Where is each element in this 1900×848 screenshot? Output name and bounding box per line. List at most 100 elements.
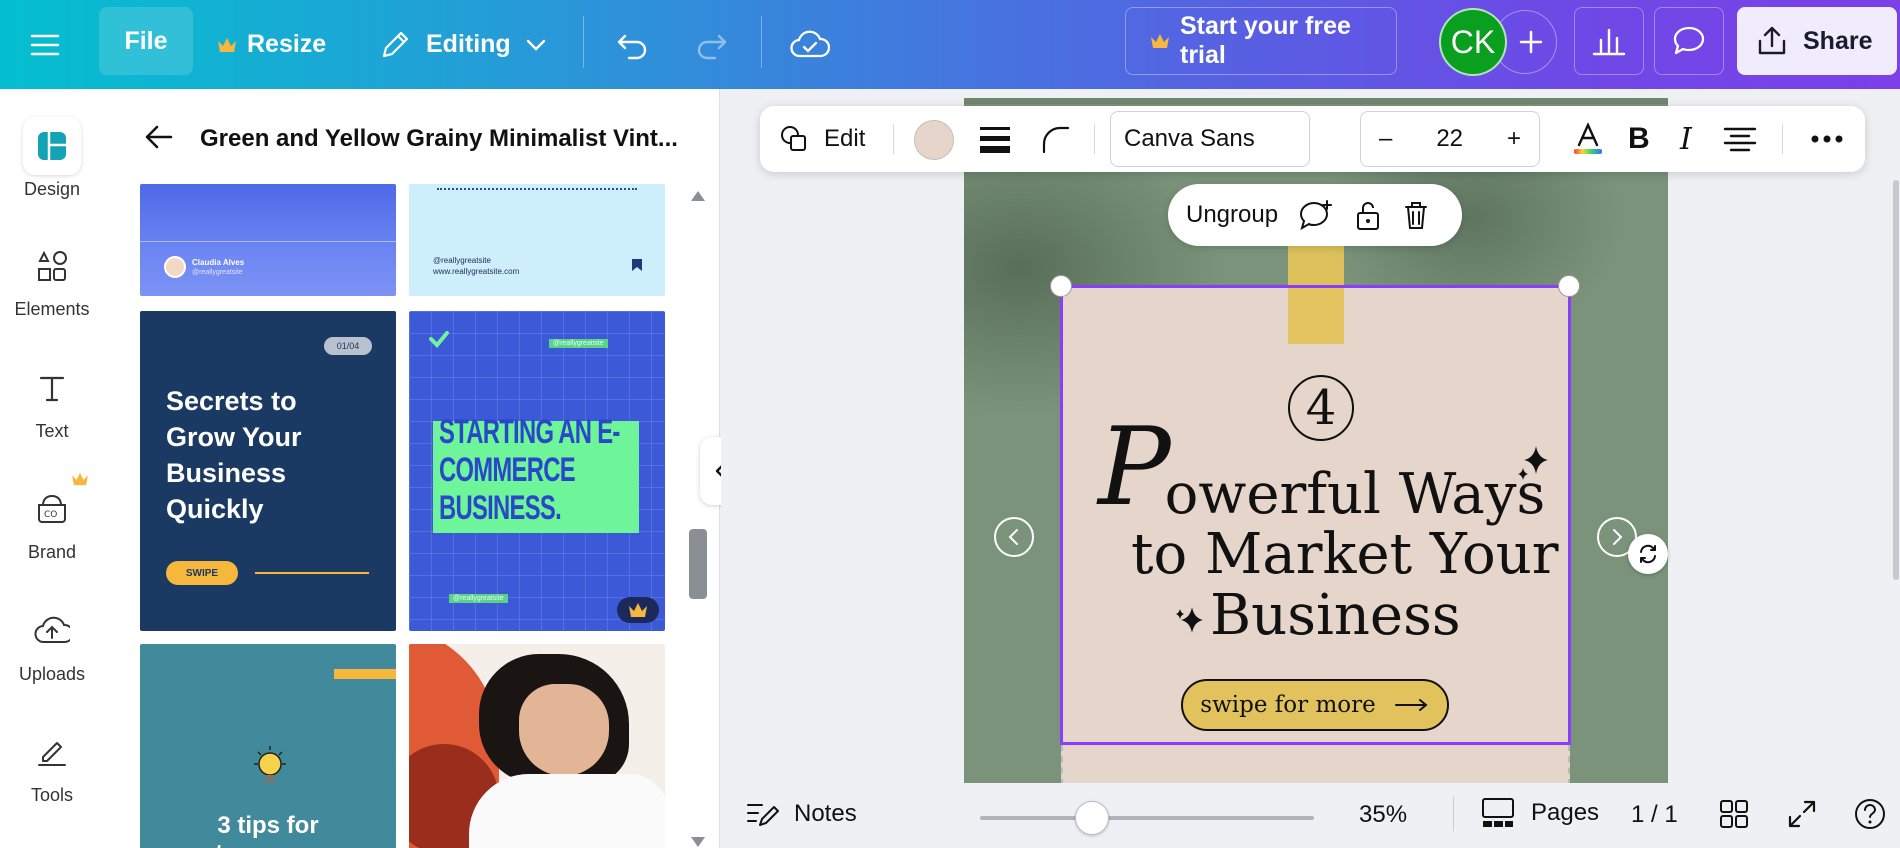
- add-comment-icon[interactable]: [1298, 199, 1334, 231]
- menu-icon[interactable]: [30, 0, 60, 89]
- pencil-icon: [378, 28, 412, 62]
- bottom-divider: [1453, 797, 1454, 831]
- thumb-author-name: Claudia Alves: [192, 258, 245, 267]
- zoom-percentage[interactable]: 35%: [1359, 801, 1407, 829]
- font-size-input[interactable]: 22: [1436, 125, 1463, 153]
- resize-handle-top-left[interactable]: [1050, 275, 1072, 297]
- more-options-icon[interactable]: [1810, 106, 1844, 172]
- rail-item-uploads[interactable]: Uploads: [0, 596, 104, 706]
- font-size-control[interactable]: – 22 +: [1360, 111, 1540, 167]
- template-thumbnail[interactable]: 3 tips for entrepreneurs: [140, 644, 396, 848]
- thumb-decoration: [437, 184, 637, 190]
- decrease-font-button[interactable]: –: [1379, 125, 1392, 153]
- brand-icon: CO: [23, 472, 88, 538]
- edit-button[interactable]: Edit: [778, 106, 865, 172]
- design-top-edge: [964, 98, 1668, 104]
- thumb-handle: @reallygreatsite: [449, 594, 508, 603]
- template-thumbnail[interactable]: @reallygreatsite www.reallygreatsite.com: [409, 184, 665, 296]
- increase-font-button[interactable]: +: [1507, 125, 1521, 153]
- resize-button[interactable]: Resize: [217, 0, 326, 89]
- rotate-handle[interactable]: [1628, 534, 1668, 574]
- font-name: Canva Sans: [1124, 125, 1255, 152]
- upload-share-icon: [1755, 25, 1789, 57]
- border-style-icon[interactable]: [978, 106, 1012, 172]
- thumb-website: www.reallygreatsite.com: [433, 267, 520, 276]
- cloud-saved-icon[interactable]: [790, 0, 830, 89]
- undo-icon[interactable]: [615, 0, 651, 89]
- toolbar-divider: [761, 16, 762, 68]
- trash-icon[interactable]: [1402, 199, 1430, 231]
- zoom-slider-track[interactable]: [980, 816, 1314, 820]
- thumb-arrow-line: [255, 572, 369, 574]
- editing-mode-button[interactable]: Editing: [378, 0, 547, 89]
- prev-arrow-icon[interactable]: [994, 517, 1034, 557]
- notes-label: Notes: [794, 800, 857, 827]
- template-thumbnail[interactable]: 01/04 Secrets to Grow Your Business Quic…: [140, 311, 396, 631]
- unlock-icon[interactable]: [1354, 199, 1382, 231]
- comment-icon: [1671, 24, 1707, 58]
- avatar-initials: CK: [1450, 23, 1496, 60]
- thumb-accent-bar: [334, 669, 396, 679]
- chevron-down-icon: [525, 38, 547, 52]
- lightbulb-icon: [248, 744, 292, 792]
- fullscreen-icon[interactable]: [1787, 799, 1817, 829]
- trial-label: Start your free trial: [1180, 12, 1351, 69]
- bold-button[interactable]: B: [1628, 106, 1650, 172]
- grid-view-icon[interactable]: [1719, 799, 1749, 829]
- crown-icon: [1150, 33, 1170, 49]
- rail-label-design: Design: [23, 179, 81, 199]
- pages-label: Pages: [1531, 799, 1600, 826]
- canvas-scrollbar[interactable]: [1893, 180, 1899, 580]
- avatar[interactable]: CK: [1439, 8, 1507, 76]
- thumb-divider: [140, 241, 396, 242]
- panel-scrollbar[interactable]: [689, 189, 707, 848]
- photo-shirt: [469, 774, 665, 848]
- notes-button[interactable]: Notes: [746, 799, 857, 829]
- align-center-icon[interactable]: [1723, 106, 1757, 172]
- scrollbar-thumb[interactable]: [689, 529, 707, 599]
- share-button[interactable]: Share: [1737, 7, 1897, 75]
- uploads-icon: [23, 602, 81, 660]
- thumb-title: STARTING AN E-COMMERCE BUSINESS.: [439, 413, 620, 527]
- rail-item-tools[interactable]: Tools: [0, 717, 104, 827]
- crown-icon: [71, 472, 89, 486]
- resize-handle-top-right[interactable]: [1558, 275, 1580, 297]
- template-thumbnail[interactable]: [409, 644, 665, 848]
- comments-button[interactable]: [1654, 7, 1724, 75]
- selection-box[interactable]: [1060, 285, 1571, 745]
- corner-rounding-icon[interactable]: [1040, 106, 1070, 172]
- rail-item-elements[interactable]: Elements: [0, 231, 104, 341]
- rail-item-brand[interactable]: CO Brand: [0, 472, 104, 584]
- template-panel: Green and Yellow Grainy Minimalist Vint.…: [104, 89, 720, 848]
- rail-label-brand: Brand: [27, 542, 77, 562]
- design-icon: [23, 117, 81, 175]
- help-icon[interactable]: [1853, 797, 1887, 831]
- text-color-icon[interactable]: [1570, 106, 1606, 172]
- template-thumbnail[interactable]: @reallygreatsite STARTING AN E-COMMERCE …: [409, 311, 665, 631]
- left-rail: Design Elements Text CO Brand Uploads To…: [0, 89, 104, 848]
- rail-item-text[interactable]: Text: [0, 353, 104, 463]
- bookmark-icon: [631, 258, 643, 272]
- share-label: Share: [1803, 26, 1873, 55]
- template-thumbnail[interactable]: Claudia Alves @reallygreatsite: [140, 184, 396, 296]
- back-arrow-icon[interactable]: [144, 123, 174, 151]
- rail-label-elements: Elements: [14, 299, 90, 319]
- file-menu-button[interactable]: File: [99, 7, 193, 75]
- rail-label-uploads: Uploads: [18, 664, 86, 684]
- zoom-slider-handle[interactable]: [1075, 801, 1109, 835]
- avatar: [164, 256, 186, 278]
- rail-label-tools: Tools: [30, 785, 74, 805]
- thumb-author-handle: @reallygreatsite: [192, 269, 243, 276]
- toolbar-divider: [1782, 124, 1783, 154]
- start-trial-button[interactable]: Start your free trial: [1125, 7, 1397, 75]
- font-family-dropdown[interactable]: Canva Sans: [1110, 111, 1310, 167]
- pages-button[interactable]: Pages: [1481, 797, 1599, 829]
- fill-color-swatch[interactable]: [914, 120, 954, 160]
- panel-title: Green and Yellow Grainy Minimalist Vint.…: [200, 125, 678, 152]
- text-format-toolbar: Edit Canva Sans – 22 + B I: [760, 106, 1865, 172]
- redo-icon[interactable]: [693, 0, 729, 89]
- ungroup-button[interactable]: Ungroup: [1186, 201, 1278, 229]
- rail-item-design[interactable]: Design: [0, 111, 104, 221]
- italic-button[interactable]: I: [1680, 106, 1692, 172]
- insights-button[interactable]: [1574, 7, 1644, 75]
